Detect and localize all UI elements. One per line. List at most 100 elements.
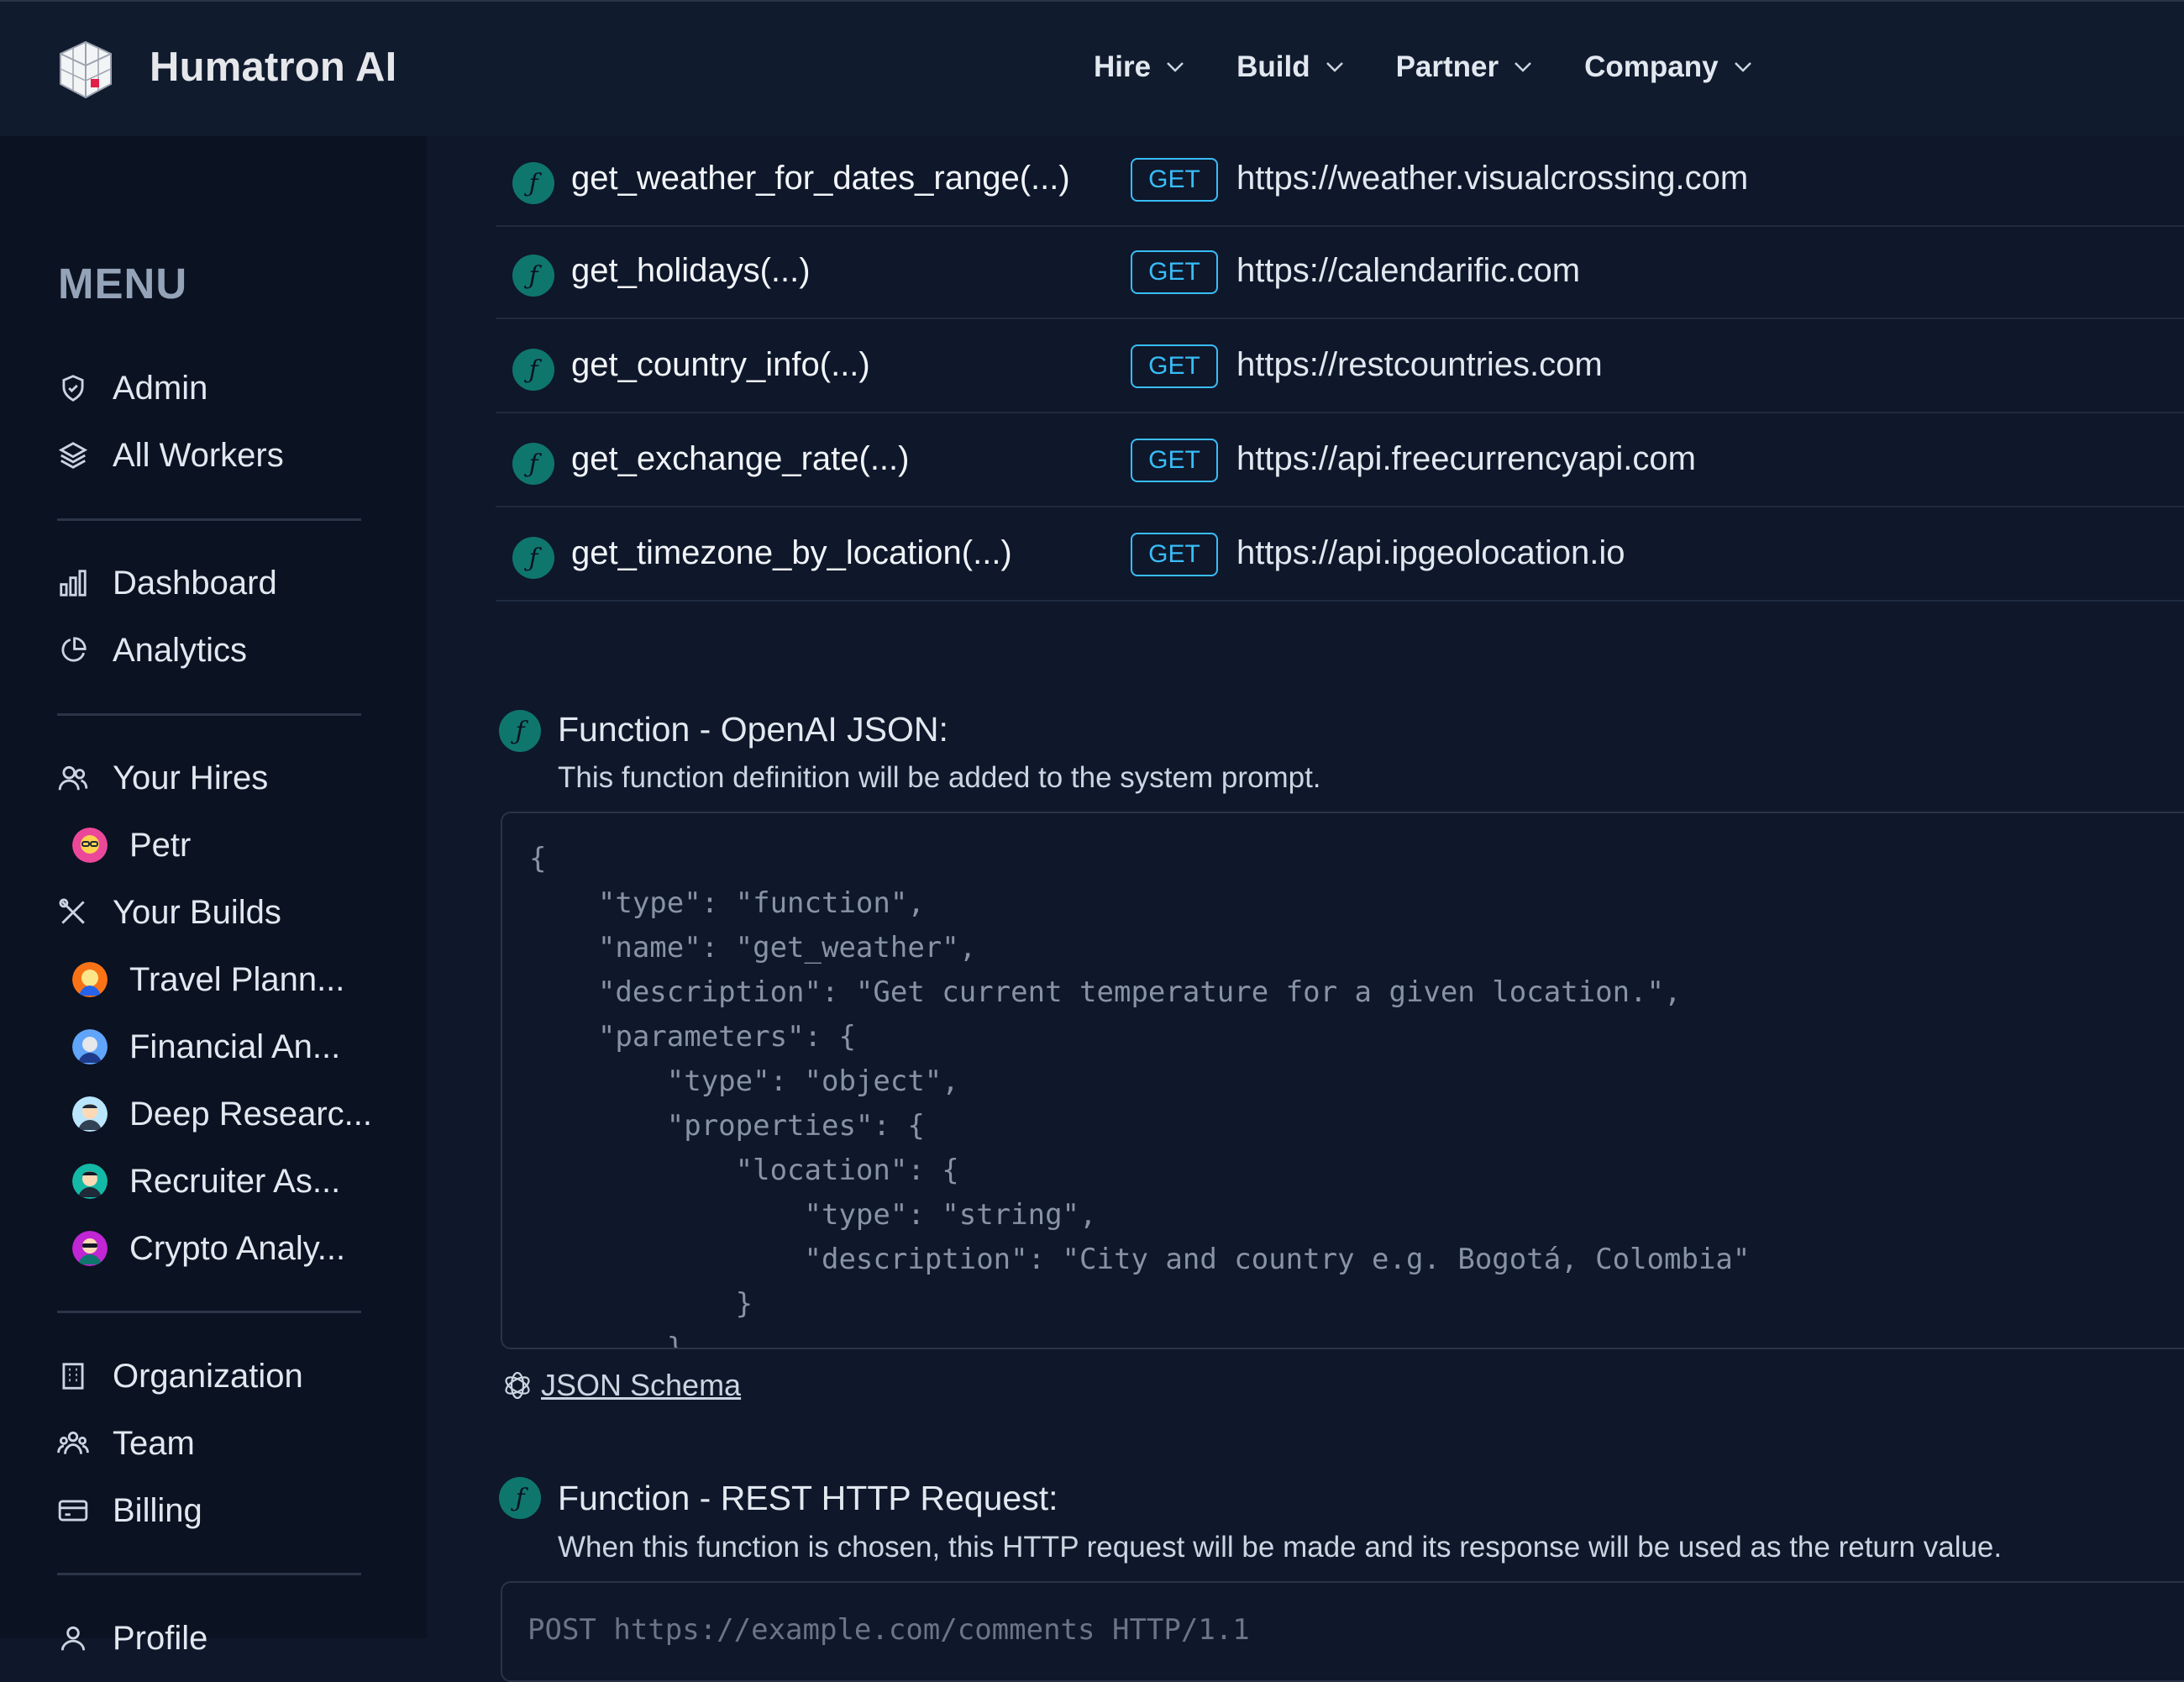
nav-hire[interactable]: Hire [1094,50,1184,84]
sidebar-item-label: Dashboard [113,564,277,602]
function-name: get_country_info(...) [571,346,870,383]
sidebar-item-label: Your Builds [113,893,281,931]
chevron-down-icon [1515,62,1532,72]
rest-section-title: Function - REST HTTP Request: [558,1479,1058,1517]
avatar [72,828,108,863]
avatar [72,1231,108,1266]
sidebar-divider [57,1573,361,1575]
function-url: https://weather.visualcrossing.com [1236,160,1749,197]
sidebar-item-organization[interactable]: Organization [57,1351,303,1401]
nav-company[interactable]: Company [1584,50,1751,84]
http-method-badge: GET [1131,344,1218,388]
sidebar-item-analytics[interactable]: Analytics [57,625,247,675]
menu-heading: MENU [58,260,188,307]
function-name: get_holidays(...) [571,252,811,289]
sidebar-item-label: Profile [113,1619,208,1657]
function-name: get_exchange_rate(...) [571,440,910,477]
function-row[interactable]: ƒ get_timezone_by_location(...) GET http… [496,509,2184,602]
sidebar-item-label: Financial An... [129,1028,341,1065]
sidebar-item-label: Crypto Analy... [129,1229,346,1267]
sidebar-item-label: Petr [129,826,192,864]
brand-name[interactable]: Humatron AI [150,44,396,91]
json-schema-link-label: JSON Schema [541,1368,742,1402]
rest-section-subtitle: When this function is chosen, this HTTP … [558,1531,2003,1564]
nav-partner-label: Partner [1395,50,1499,83]
rest-request-editor[interactable]: POST https://example.com/comments HTTP/1… [501,1581,2184,1682]
nav-build-label: Build [1236,50,1310,83]
function-url: https://calendarific.com [1236,252,1581,289]
sidebar-item-label: Analytics [113,631,248,669]
openai-json-code[interactable]: { "type": "function", "name": "get_weath… [502,813,2184,1348]
function-icon: ƒ [512,349,554,391]
sidebar-item-your-hires[interactable]: Your Hires [57,753,268,803]
function-name: get_weather_for_dates_range(...) [571,160,1070,197]
humatron-logo-icon[interactable] [59,40,113,99]
nav-build[interactable]: Build [1236,50,1343,84]
shield-check-icon [62,375,84,402]
sidebar-item-dashboard[interactable]: Dashboard [57,558,277,608]
main-menu: Hire Build Partner Company [1094,50,1804,84]
sidebar-item-hire-petr[interactable]: Petr [72,820,191,870]
nav-hire-label: Hire [1094,50,1152,83]
http-method-badge: GET [1131,158,1218,202]
openai-section-title: Function - OpenAI JSON: [558,710,948,749]
building-icon [62,1363,84,1390]
sidebar-divider [57,1311,361,1313]
http-method-badge: GET [1131,439,1218,482]
json-schema-link[interactable]: JSON Schema [501,1368,741,1403]
function-icon: ƒ [512,255,554,297]
sidebar-item-build-financial[interactable]: Financial An... [72,1022,340,1072]
credit-card-icon [58,1500,88,1522]
sidebar-divider [57,518,361,521]
openai-section-subtitle: This function definition will be added t… [558,761,1321,794]
function-row[interactable]: ƒ get_country_info(...) GET https://rest… [496,321,2184,413]
tools-icon [59,898,85,924]
function-url: https://restcountries.com [1236,346,1603,383]
chevron-down-icon [1326,62,1343,72]
sidebar-item-your-builds[interactable]: Your Builds [57,887,281,938]
avatar [72,1096,108,1132]
sidebar-item-team[interactable]: Team [57,1418,195,1469]
sidebar-item-label: Travel Plann... [129,960,345,998]
sidebar-item-admin[interactable]: Admin [57,363,207,413]
function-icon: ƒ [512,443,554,485]
sidebar: MENU Admin All Workers Dashboard Analyti… [0,136,427,1657]
pie-chart-icon [61,637,87,662]
avatar [72,1029,108,1064]
sidebar-item-label: Recruiter As... [129,1162,341,1200]
bar-chart-icon [60,570,87,597]
nav-partner[interactable]: Partner [1396,50,1533,84]
function-icon: ƒ [499,1477,541,1519]
sidebar-item-profile[interactable]: Profile [57,1613,207,1664]
nav-company-label: Company [1584,50,1719,83]
function-row[interactable]: ƒ get_weather_for_dates_range(...) GET h… [496,134,2184,227]
sidebar-item-build-travel[interactable]: Travel Plann... [72,954,344,1005]
function-name: get_timezone_by_location(...) [571,534,1012,571]
sidebar-item-label: Team [113,1424,195,1462]
sidebar-item-label: Your Hires [113,759,269,796]
function-icon: ƒ [512,162,554,204]
sidebar-item-billing[interactable]: Billing [57,1485,202,1536]
sidebar-item-label: Deep Researc... [129,1095,373,1133]
sidebar-item-label: All Workers [113,436,284,474]
sidebar-item-build-crypto[interactable]: Crypto Analy... [72,1223,345,1274]
openai-icon [505,1371,530,1400]
sidebar-divider [57,713,361,716]
sidebar-item-label: Organization [113,1357,303,1395]
top-navigation: Humatron AI Hire Build Partner Company [0,0,2184,136]
function-row[interactable]: ƒ get_exchange_rate(...) GET https://api… [496,415,2184,507]
sidebar-item-build-recruiter[interactable]: Recruiter As... [72,1156,340,1206]
team-icon [57,1431,89,1454]
sidebar-item-label: Admin [113,369,208,407]
openai-json-editor[interactable]: { "type": "function", "name": "get_weath… [501,812,2184,1349]
function-row[interactable]: ƒ get_holidays(...) GET https://calendar… [496,227,2184,319]
http-method-badge: GET [1131,533,1218,576]
function-icon: ƒ [499,710,541,752]
rest-request-code[interactable]: POST https://example.com/comments HTTP/1… [502,1583,2184,1653]
sidebar-item-all-workers[interactable]: All Workers [57,430,284,481]
http-method-badge: GET [1131,250,1218,294]
sidebar-item-build-deep-research[interactable]: Deep Researc... [72,1089,372,1139]
avatar [72,962,108,997]
users-icon [58,765,88,791]
function-url: https://api.freecurrencyapi.com [1236,440,1696,477]
